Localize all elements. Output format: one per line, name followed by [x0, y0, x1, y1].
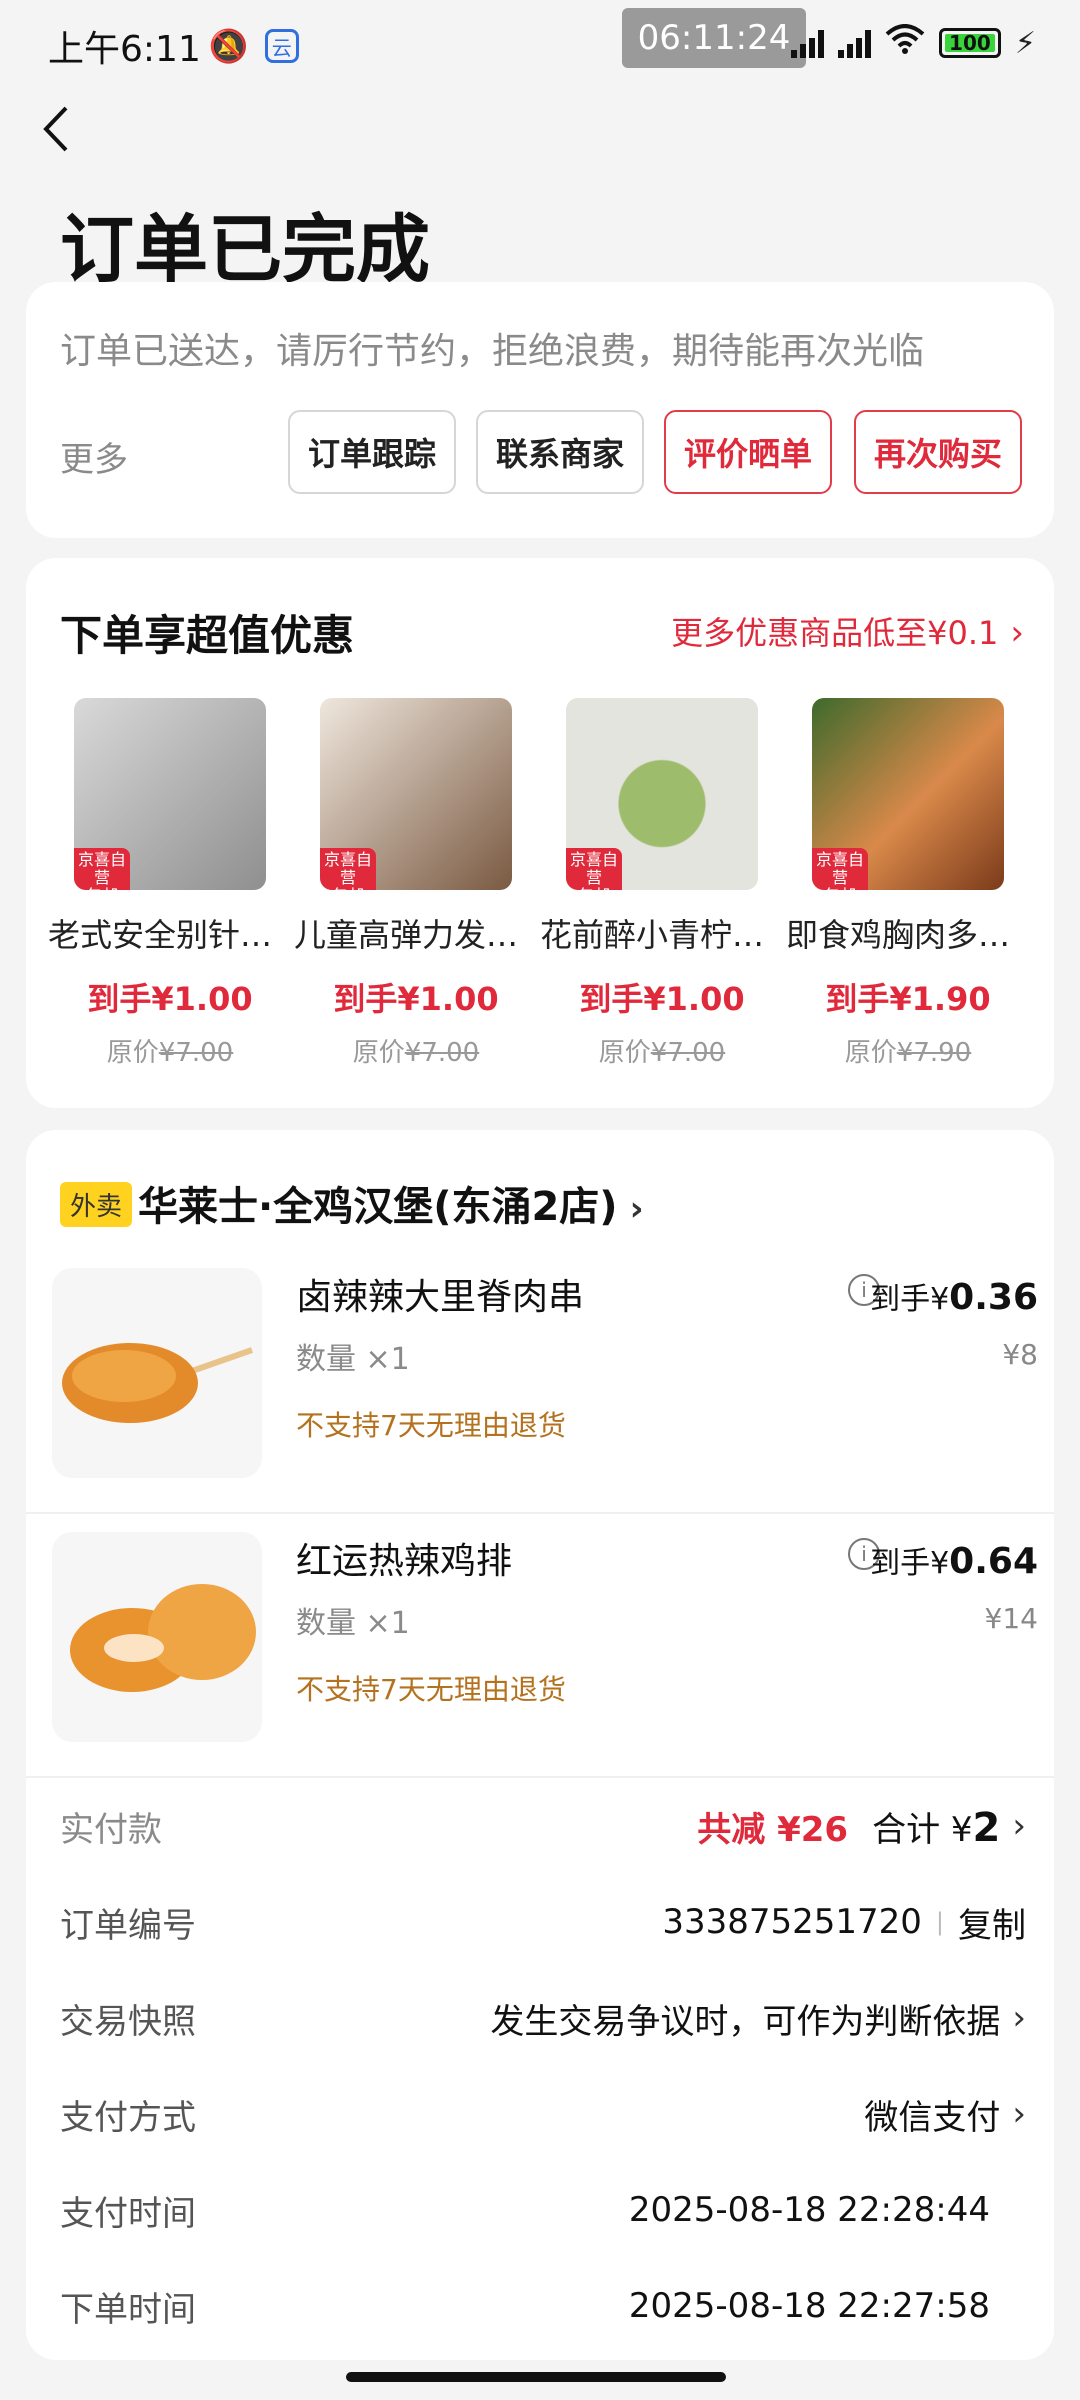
payment-time-label: 支付时间	[60, 2193, 196, 2234]
copy-button[interactable]: 复制	[958, 1898, 1026, 1947]
shop-name: 华莱士·全鸡汉堡(东涌2店)	[138, 1184, 618, 1230]
back-button[interactable]	[40, 104, 80, 160]
chevron-right-icon: ›	[1012, 1806, 1026, 1846]
chevron-right-icon: ›	[1012, 2094, 1026, 2134]
item-quantity: 数量 ×1	[296, 1342, 410, 1377]
order-number-row: 订单编号 333875251720 | 复制	[60, 1892, 1026, 1952]
chevron-right-icon: ›	[629, 1189, 644, 1229]
review-button[interactable]: 评价晒单	[664, 410, 832, 494]
product-original-price: 原价¥7.00	[352, 1038, 480, 1068]
promo-product[interactable]: 京喜自营包邮 花前醉小青柠… 到手¥1.00 原价¥7.00	[540, 698, 772, 1069]
order-item[interactable]: 卤辣辣大里脊肉串 数量 ×1 不支持7天无理由退货 i 到手¥0.36 ¥8	[26, 1268, 1054, 1508]
payment-method: 微信支付	[864, 2097, 1001, 2138]
item-original-price: ¥14	[984, 1602, 1038, 1635]
product-original-price: 原价¥7.00	[106, 1038, 234, 1068]
product-image: 京喜自营包邮	[320, 698, 512, 890]
track-order-button[interactable]: 订单跟踪	[288, 410, 456, 494]
status-indicators: 100 ⚡	[790, 24, 1036, 62]
product-name: 儿童高弹力发…	[294, 916, 519, 954]
chevron-right-icon: ›	[1010, 613, 1024, 653]
status-time: 上午6:11	[48, 29, 201, 70]
snapshot-label: 交易快照	[60, 2001, 196, 2042]
promo-product[interactable]: 京喜自营包邮 儿童高弹力发… 到手¥1.00 原价¥7.00	[294, 698, 526, 1069]
free-shipping-badge: 京喜自营包邮	[74, 848, 130, 890]
clock-overlay: 06:11:24	[622, 8, 806, 68]
charging-icon: ⚡	[1014, 25, 1036, 61]
product-name: 即食鸡胸肉多…	[786, 916, 1011, 954]
return-policy-note: 不支持7天无理由退货	[296, 1673, 566, 1706]
product-image: 京喜自营包邮	[566, 698, 758, 890]
order-detail-card: 外卖 华莱士·全鸡汉堡(东涌2店) › 卤辣辣大里脊肉串 数量 ×1 不支持7天无…	[26, 1130, 1054, 2360]
order-time-row: 下单时间 2025-08-18 22:27:58	[60, 2276, 1026, 2336]
buy-again-button[interactable]: 再次购买	[854, 410, 1022, 494]
product-price: 到手¥1.90	[825, 980, 991, 1018]
product-price: 到手¥1.00	[87, 980, 253, 1018]
payment-time: 2025-08-18 22:28:44	[628, 2190, 990, 2230]
product-price: 到手¥1.00	[579, 980, 745, 1018]
battery-icon: 100	[938, 28, 1001, 58]
chevron-right-icon: ›	[1012, 1998, 1026, 2038]
order-item[interactable]: 红运热辣鸡排 数量 ×1 不支持7天无理由退货 i 到手¥0.64 ¥14	[26, 1532, 1054, 1772]
order-number-label: 订单编号	[60, 1905, 196, 1946]
status-note: 订单已送达，请厉行节约，拒绝浪费，期待能再次光临	[60, 331, 925, 372]
free-shipping-badge: 京喜自营包邮	[320, 848, 376, 890]
order-number: 333875251720	[662, 1902, 922, 1942]
product-image: 京喜自营包邮	[812, 698, 1004, 890]
payment-summary-row[interactable]: 实付款 共减 ¥26 合计 ¥2 ›	[60, 1796, 1026, 1856]
order-time: 2025-08-18 22:27:58	[628, 2286, 990, 2326]
product-image: 京喜自营包邮	[74, 698, 266, 890]
promo-product[interactable]: 京喜自营包邮 老式安全别针… 到手¥1.00 原价¥7.00	[48, 698, 280, 1069]
more-deals-label: 更多优惠商品低至¥0.1	[671, 614, 999, 652]
takeout-badge: 外卖	[60, 1182, 133, 1227]
free-shipping-badge: 京喜自营包邮	[566, 848, 622, 890]
promo-card: 下单享超值优惠 更多优惠商品低至¥0.1 › 京喜自营包邮 老式安全别针… 到手¥…	[26, 558, 1054, 1108]
promo-title: 下单享超值优惠	[60, 611, 355, 660]
contact-merchant-button[interactable]: 联系商家	[476, 410, 644, 494]
item-quantity: 数量 ×1	[296, 1606, 410, 1641]
more-deals-link[interactable]: 更多优惠商品低至¥0.1 ›	[671, 608, 1024, 654]
item-original-price: ¥8	[1002, 1338, 1038, 1371]
divider	[26, 1512, 1054, 1514]
divider	[26, 1776, 1054, 1778]
product-price: 到手¥1.00	[333, 980, 499, 1018]
order-status-card: 订单已送达，请厉行节约，拒绝浪费，期待能再次光临 更多 订单跟踪 联系商家 评价…	[26, 282, 1054, 538]
separator: |	[935, 1908, 944, 1936]
total-amount: 合计 ¥2	[872, 1804, 1001, 1851]
cellular-signal-icon	[790, 28, 824, 58]
payment-time-row: 支付时间 2025-08-18 22:28:44	[60, 2180, 1026, 2240]
product-original-price: 原价¥7.90	[844, 1038, 972, 1068]
mute-icon: 🔕	[208, 27, 249, 65]
free-shipping-badge: 京喜自营包邮	[812, 848, 868, 890]
item-image	[52, 1532, 262, 1742]
home-indicator[interactable]	[346, 2372, 726, 2382]
battery-level: 100	[949, 31, 991, 55]
item-title: 卤辣辣大里脊肉串	[296, 1277, 585, 1318]
savings-amount: 共减 ¥26	[697, 1809, 849, 1850]
more-button[interactable]: 更多	[60, 432, 128, 481]
wifi-icon	[885, 24, 925, 62]
payment-method-row[interactable]: 支付方式 微信支付 ›	[60, 2084, 1026, 2144]
item-deal-price: 到手¥0.64	[870, 1541, 1038, 1582]
order-time-label: 下单时间	[60, 2289, 196, 2330]
page-title: 订单已完成	[60, 207, 430, 293]
item-title: 红运热辣鸡排	[296, 1541, 513, 1582]
cellular-signal-hd-icon	[837, 28, 871, 58]
product-name: 老式安全别针…	[48, 916, 273, 954]
product-original-price: 原价¥7.00	[598, 1038, 726, 1068]
item-image	[52, 1268, 262, 1478]
app-notification-icon: 云	[264, 29, 299, 63]
payment-method-label: 支付方式	[60, 2097, 196, 2138]
shop-link[interactable]: 华莱士·全鸡汉堡(东涌2店) ›	[138, 1174, 644, 1232]
promo-product[interactable]: 京喜自营包邮 即食鸡胸肉多… 到手¥1.90 原价¥7.90	[786, 698, 1018, 1069]
item-deal-price: 到手¥0.36	[870, 1277, 1038, 1318]
return-policy-note: 不支持7天无理由退货	[296, 1409, 566, 1442]
snapshot-value: 发生交易争议时，可作为判断依据	[490, 2001, 1001, 2042]
product-name: 花前醉小青柠…	[540, 916, 765, 954]
snapshot-row[interactable]: 交易快照 发生交易争议时，可作为判断依据 ›	[60, 1988, 1026, 2048]
paid-label: 实付款	[60, 1809, 162, 1850]
